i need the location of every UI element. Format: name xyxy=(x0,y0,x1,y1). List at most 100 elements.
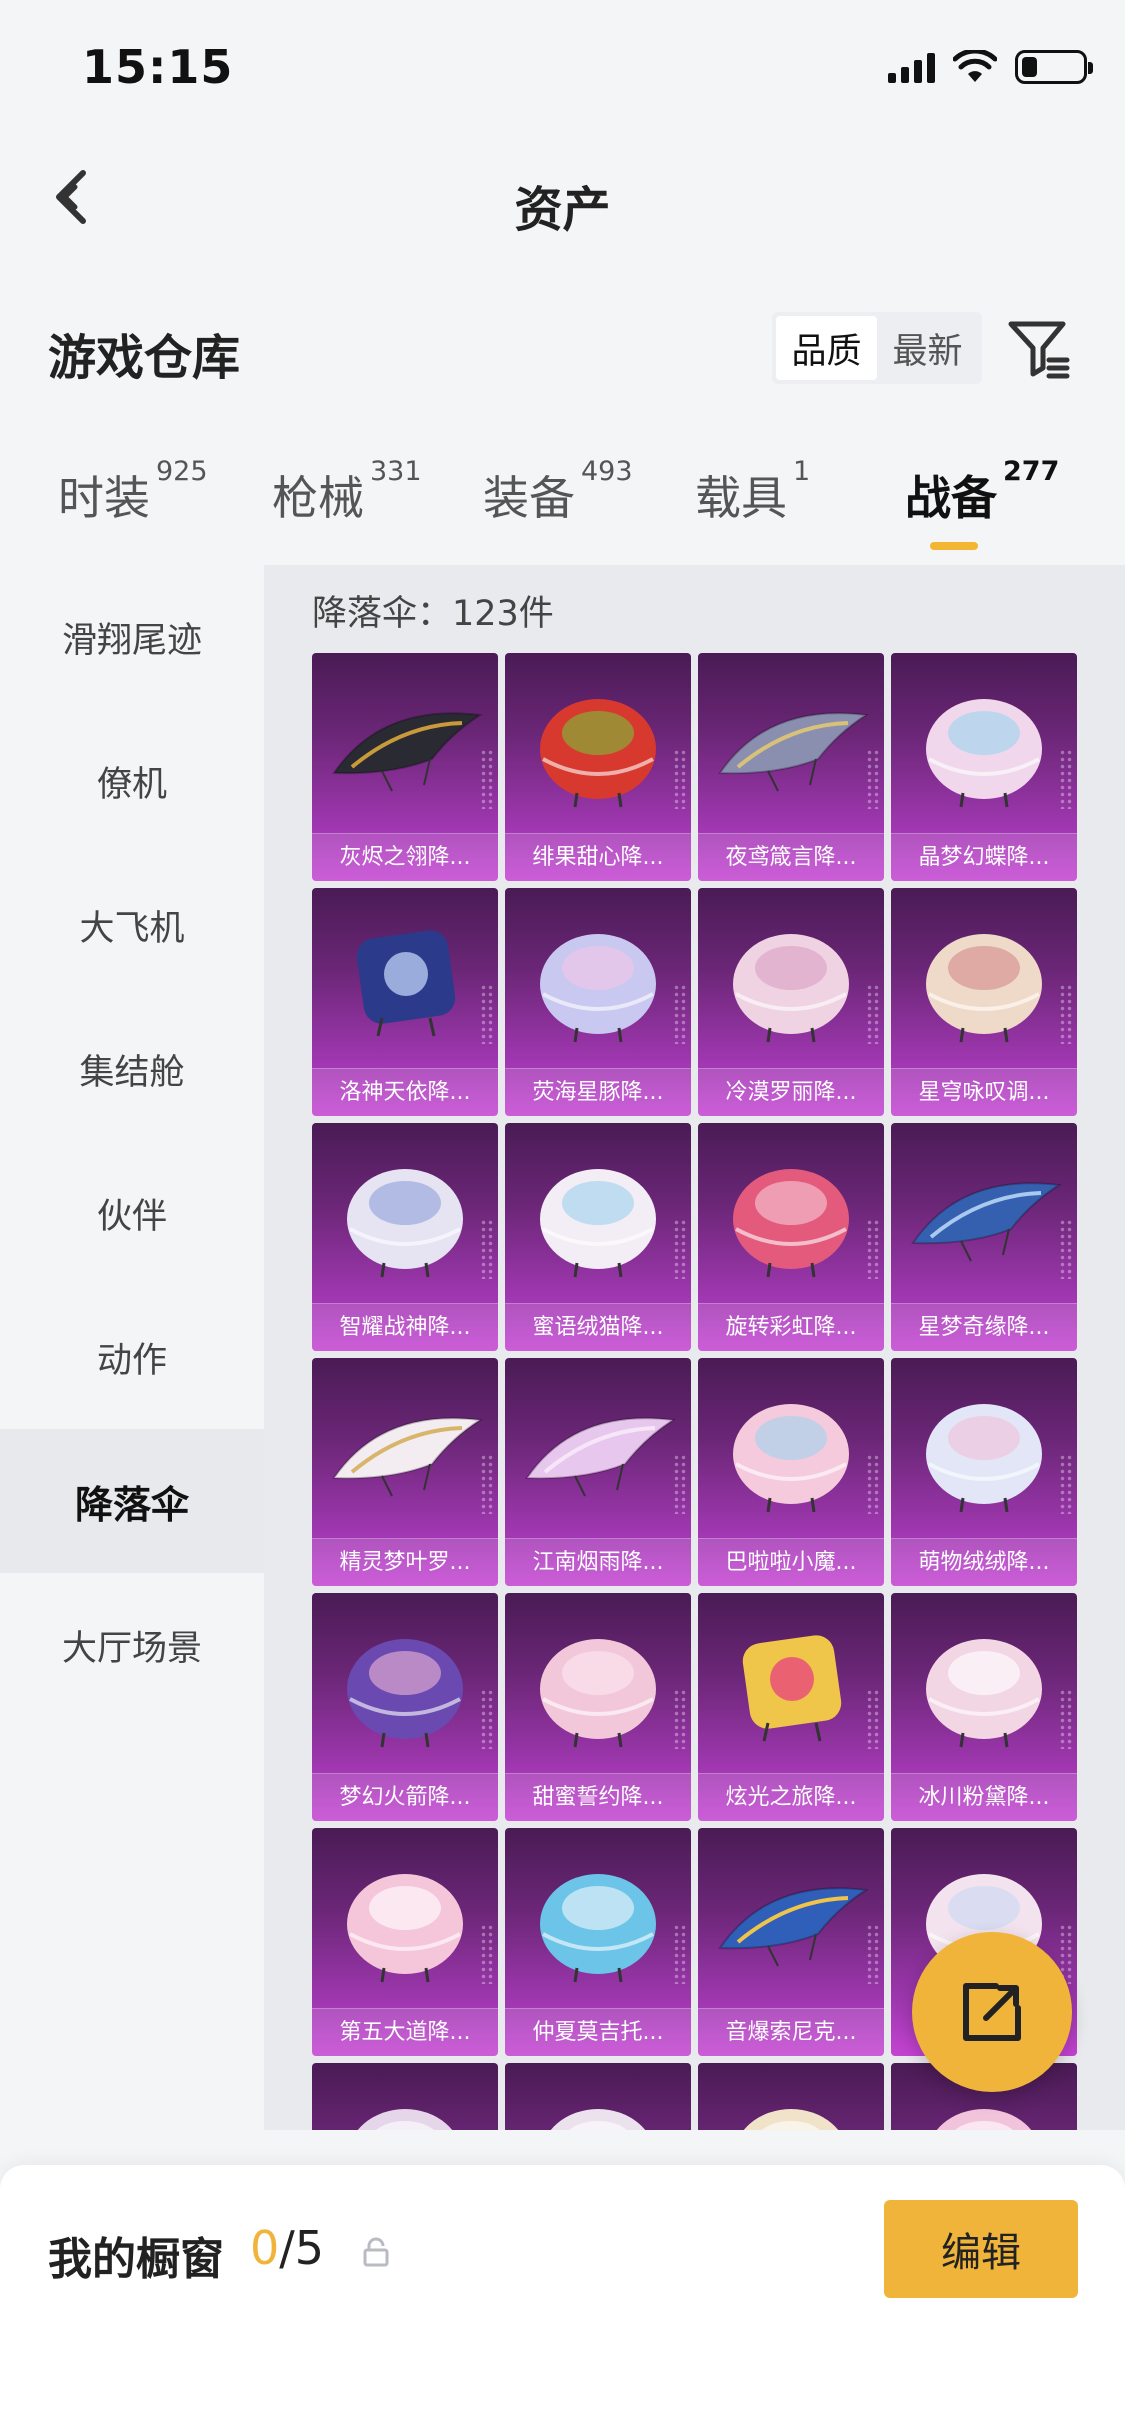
parachute-name: 巴啦啦小魔... xyxy=(698,1538,884,1586)
section-title: 游戏仓库 xyxy=(48,330,241,386)
tab-count: 1 xyxy=(793,456,811,487)
parachute-card[interactable]: 冷漠罗丽降... xyxy=(698,888,884,1116)
parachute-icon xyxy=(540,1169,656,1278)
parachute-card[interactable]: 精灵梦叶罗... xyxy=(312,1358,498,1586)
parachute-icon xyxy=(347,1639,463,1748)
parachute-card[interactable]: 炫光之旅降... xyxy=(698,1593,884,1821)
parachute-icon xyxy=(718,712,869,792)
sidebar-item-emote[interactable]: 动作 xyxy=(0,1285,264,1429)
parachute-icon xyxy=(332,1417,483,1497)
showcase-total: /5 xyxy=(279,2221,325,2275)
parachute-card[interactable]: 蜜语绒猫降... xyxy=(505,1123,691,1351)
parachute-name: 灰烬之翎降... xyxy=(312,833,498,881)
parachute-card[interactable]: 荧海星豚降... xyxy=(505,888,691,1116)
parachute-icon xyxy=(733,1169,849,1278)
parachute-icon xyxy=(926,934,1042,1043)
tab-guns[interactable]: 枪械 331 xyxy=(272,456,422,528)
parachute-card[interactable]: 萌物绒绒降... xyxy=(891,1358,1077,1586)
item-count-label: 降落伞：123件 xyxy=(312,594,554,634)
tab-label: 战备 xyxy=(905,471,997,525)
parachute-card[interactable]: 晶梦幻蝶降... xyxy=(891,653,1077,881)
sidebar-item-companion[interactable]: 伙伴 xyxy=(0,1141,264,1285)
sidebar-item-plane[interactable]: 大飞机 xyxy=(0,853,264,997)
sidebar-item-glide-trail[interactable]: 滑翔尾迹 xyxy=(0,565,264,709)
parachute-card[interactable]: 江南烟雨降... xyxy=(505,1358,691,1586)
sort-option-newest[interactable]: 最新 xyxy=(877,316,978,380)
sidebar-item-parachute[interactable]: 降落伞 xyxy=(0,1429,264,1573)
showcase-current: 0 xyxy=(250,2221,280,2275)
parachute-icon xyxy=(733,1404,849,1513)
parachute-name: 晶梦幻蝶降... xyxy=(891,833,1077,881)
parachute-card[interactable] xyxy=(698,2063,884,2130)
tab-label: 装备 xyxy=(483,471,575,525)
tab-count: 277 xyxy=(1003,456,1060,487)
filter-button[interactable] xyxy=(1005,314,1075,384)
parachute-icon xyxy=(347,1169,463,1278)
parachute-icon xyxy=(743,2109,839,2130)
parachute-name: 夜鸢箴言降... xyxy=(698,833,884,881)
sort-toggle: 品质 最新 xyxy=(772,312,982,384)
sidebar-item-pod[interactable]: 集结舱 xyxy=(0,997,264,1141)
tab-battle-gear[interactable]: 战备 277 xyxy=(905,456,1059,528)
parachute-name: 星梦奇缘降... xyxy=(891,1303,1077,1351)
parachute-card[interactable]: 夜鸢箴言降... xyxy=(698,653,884,881)
tab-fashion[interactable]: 时装 925 xyxy=(58,456,208,528)
parachute-icon xyxy=(926,699,1042,808)
parachute-card[interactable]: 星梦奇缘降... xyxy=(891,1123,1077,1351)
tab-vehicles[interactable]: 载具 1 xyxy=(695,456,810,528)
parachute-card[interactable] xyxy=(505,2063,691,2130)
parachute-name: 智耀战神降... xyxy=(312,1303,498,1351)
page-title: 资产 xyxy=(514,182,611,238)
parachute-card[interactable]: 旋转彩虹降... xyxy=(698,1123,884,1351)
parachute-icon xyxy=(550,2109,646,2130)
parachute-card[interactable]: 梦幻火箭降... xyxy=(312,1593,498,1821)
item-panel: 降落伞：123件 灰烬之翎降... 绯果甜心降... 夜鸢箴言降... 晶梦幻蝶… xyxy=(264,565,1125,2130)
tab-equipment[interactable]: 装备 493 xyxy=(483,456,633,528)
showcase-count: 0/5 xyxy=(250,2221,324,2275)
parachute-card[interactable]: 智耀战神降... xyxy=(312,1123,498,1351)
parachute-name: 蜜语绒猫降... xyxy=(505,1303,691,1351)
parachute-icon xyxy=(347,1874,463,1983)
parachute-name: 冰川粉黛降... xyxy=(891,1773,1077,1821)
parachute-card[interactable] xyxy=(312,2063,498,2130)
parachute-card[interactable]: 巴啦啦小魔... xyxy=(698,1358,884,1586)
parachute-name: 精灵梦叶罗... xyxy=(312,1538,498,1586)
showcase-bar: 我的橱窗 0/5 编辑 xyxy=(0,2165,1125,2436)
parachute-icon xyxy=(540,699,656,808)
sidebar-item-lobby-scene[interactable]: 大厅场景 xyxy=(0,1573,264,1717)
parachute-card[interactable]: 灰烬之翎降... xyxy=(312,653,498,881)
edit-button[interactable]: 编辑 xyxy=(884,2200,1078,2298)
parachute-card[interactable]: 绯果甜心降... xyxy=(505,653,691,881)
lock-icon xyxy=(363,2237,389,2267)
parachute-name: 梦幻火箭降... xyxy=(312,1773,498,1821)
parachute-icon xyxy=(911,1182,1062,1262)
status-bar: 15:15 xyxy=(0,0,1125,140)
parachute-icon xyxy=(540,934,656,1043)
parachute-card[interactable]: 甜蜜誓约降... xyxy=(505,1593,691,1821)
parachute-card[interactable]: 星穹咏叹调... xyxy=(891,888,1077,1116)
nav-bar: 资产 xyxy=(0,140,1125,250)
parachute-name: 仲夏莫吉托... xyxy=(505,2008,691,2056)
tab-label: 枪械 xyxy=(272,471,364,525)
sort-option-quality[interactable]: 品质 xyxy=(776,316,877,380)
parachute-icon xyxy=(718,1887,869,1967)
parachute-name: 萌物绒绒降... xyxy=(891,1538,1077,1586)
category-tabs: 时装 925 枪械 331 装备 493 载具 1 战备 277 xyxy=(0,450,1125,560)
parachute-name: 炫光之旅降... xyxy=(698,1773,884,1821)
parachute-name: 荧海星豚降... xyxy=(505,1068,691,1116)
tab-count: 493 xyxy=(581,456,633,487)
parachute-icon xyxy=(926,1639,1042,1748)
parachute-icon xyxy=(742,1635,842,1742)
parachute-card[interactable]: 仲夏莫吉托... xyxy=(505,1828,691,2056)
parachute-card[interactable]: 洛神天依降... xyxy=(312,888,498,1116)
parachute-name: 音爆索尼克... xyxy=(698,2008,884,2056)
parachute-icon xyxy=(357,2109,453,2130)
tab-active-indicator xyxy=(930,542,978,550)
sidebar-item-wingman[interactable]: 僚机 xyxy=(0,709,264,853)
share-button[interactable] xyxy=(912,1932,1072,2092)
parachute-card[interactable]: 音爆索尼克... xyxy=(698,1828,884,2056)
parachute-card[interactable]: 冰川粉黛降... xyxy=(891,1593,1077,1821)
parachute-card[interactable]: 第五大道降... xyxy=(312,1828,498,2056)
status-icons xyxy=(888,50,1093,84)
parachute-name: 冷漠罗丽降... xyxy=(698,1068,884,1116)
